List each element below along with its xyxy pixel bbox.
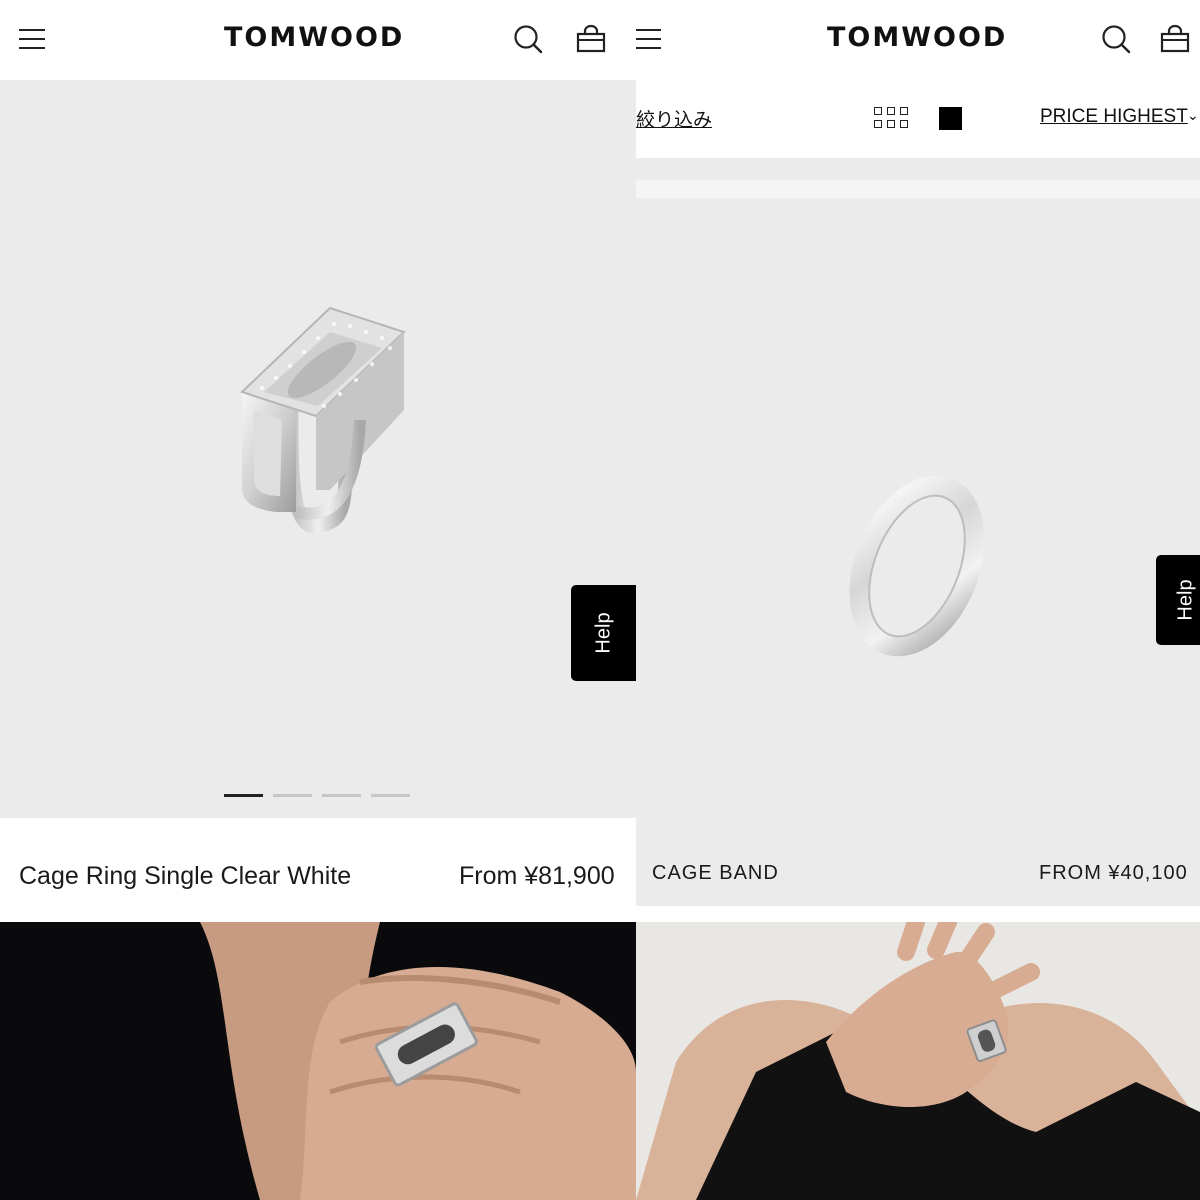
menu-icon[interactable] xyxy=(636,24,663,54)
grid-view-icon[interactable] xyxy=(874,107,908,128)
carousel-dot[interactable] xyxy=(371,794,410,797)
divider xyxy=(636,180,1200,198)
single-view-icon[interactable] xyxy=(939,107,962,130)
search-icon[interactable] xyxy=(511,22,545,56)
brand-logo[interactable]: TOMWOOD xyxy=(224,22,404,53)
product-image[interactable] xyxy=(0,80,636,818)
filter-link[interactable]: 絞り込み xyxy=(636,105,712,132)
model-hand-photo xyxy=(636,922,1200,1200)
site-header: TOMWOOD xyxy=(0,0,636,80)
lifestyle-photo[interactable] xyxy=(636,922,1200,1200)
left-screenshot: TOMWOOD Help Cage Ring Single Clear Whit… xyxy=(0,0,636,1200)
product-info: CAGE BAND FROM ¥40,100 xyxy=(636,842,1200,906)
carousel-dot[interactable] xyxy=(224,794,263,797)
lifestyle-photo[interactable] xyxy=(0,922,636,1200)
product-price: From ¥81,900 xyxy=(459,862,615,890)
menu-icon[interactable] xyxy=(17,24,47,54)
bag-icon[interactable] xyxy=(1158,22,1192,56)
model-hand-photo xyxy=(0,922,636,1200)
carousel-dot[interactable] xyxy=(273,794,312,797)
cage-band-image xyxy=(849,475,985,657)
sort-select[interactable]: PRICE HIGHEST xyxy=(1040,106,1188,128)
carousel-indicators xyxy=(224,794,410,797)
cage-ring-image xyxy=(240,306,406,534)
product-name[interactable]: CAGE BAND xyxy=(652,862,779,885)
chevron-down-icon[interactable]: ⌄ xyxy=(1187,107,1199,124)
help-tab[interactable]: Help xyxy=(571,585,636,681)
product-image[interactable] xyxy=(636,198,1200,842)
brand-logo[interactable]: TOMWOOD xyxy=(827,22,1007,53)
carousel-dot[interactable] xyxy=(322,794,361,797)
divider xyxy=(636,158,1200,180)
right-screenshot: TOMWOOD 絞り込み PRICE HIGHEST ⌄ Help CAGE B… xyxy=(636,0,1200,1200)
site-header: TOMWOOD xyxy=(636,0,1200,80)
search-icon[interactable] xyxy=(1099,22,1133,56)
product-info: Cage Ring Single Clear White From ¥81,90… xyxy=(0,818,636,922)
product-price: FROM ¥40,100 xyxy=(1039,862,1188,884)
divider xyxy=(636,906,1200,922)
help-tab[interactable]: Help xyxy=(1156,555,1200,645)
filter-bar: 絞り込み PRICE HIGHEST ⌄ xyxy=(636,80,1200,158)
product-name[interactable]: Cage Ring Single Clear White xyxy=(19,862,351,891)
bag-icon[interactable] xyxy=(574,22,608,56)
